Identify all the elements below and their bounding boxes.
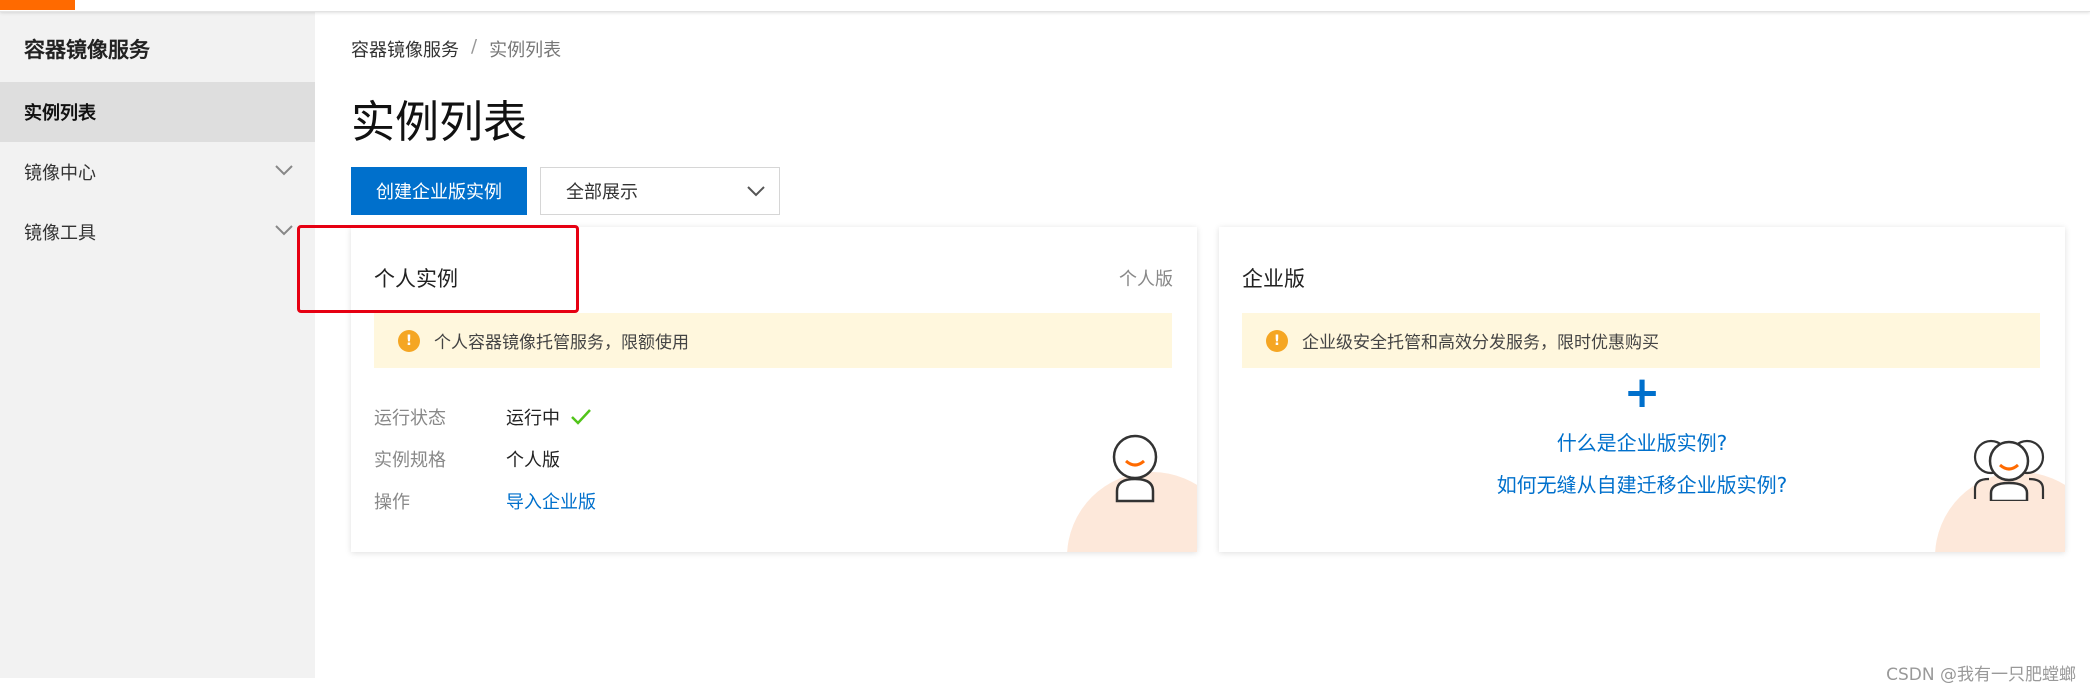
highlight-annotation-box	[297, 225, 579, 313]
migration-guide-link[interactable]: 如何无缝从自建迁移企业版实例?	[1219, 469, 2065, 498]
chevron-down-icon	[275, 165, 293, 176]
what-is-enterprise-link[interactable]: 什么是企业版实例?	[1219, 427, 2065, 456]
edition-tag: 个人版	[1119, 269, 1173, 290]
sidebar-item-label: 镜像中心	[24, 163, 96, 184]
spec-value: 个人版	[506, 450, 560, 471]
notice-text: 企业级安全托管和高效分发服务，限时优惠购买	[1302, 333, 1659, 353]
select-value: 全部展示	[566, 182, 638, 203]
sidebar-item-label: 实例列表	[24, 103, 96, 124]
action-label: 操作	[374, 492, 410, 513]
check-icon	[571, 409, 591, 425]
team-avatar-icon	[1973, 439, 2045, 501]
chevron-down-icon	[747, 186, 765, 197]
notice-text: 个人容器镜像托管服务，限额使用	[434, 333, 689, 353]
chevron-down-icon	[275, 225, 293, 236]
display-filter-select[interactable]: 全部展示	[540, 167, 780, 215]
add-plus-icon[interactable]: +	[1219, 371, 2065, 415]
breadcrumb: 容器镜像服务 / 实例列表	[351, 36, 561, 62]
user-avatar-icon	[1112, 434, 1158, 503]
sidebar-item-label: 镜像工具	[24, 223, 96, 244]
notice-banner: ! 企业级安全托管和高效分发服务，限时优惠购买	[1242, 313, 2040, 368]
watermark: CSDN @我有一只肥螳螂	[1886, 665, 2076, 685]
import-enterprise-link[interactable]: 导入企业版	[506, 488, 596, 514]
status-label: 运行状态	[374, 408, 446, 429]
spec-label: 实例规格	[374, 450, 446, 471]
breadcrumb-separator: /	[471, 36, 478, 57]
page-title: 实例列表	[351, 97, 527, 148]
status-value: 运行中	[506, 404, 592, 430]
breadcrumb-root-link[interactable]: 容器镜像服务	[351, 36, 459, 62]
sidebar-item-image-tools[interactable]: 镜像工具	[0, 202, 315, 262]
create-enterprise-instance-button[interactable]: 创建企业版实例	[351, 167, 527, 215]
sidebar-title: 容器镜像服务	[24, 38, 150, 62]
top-bar	[0, 0, 2090, 12]
warning-icon: !	[1266, 329, 1288, 352]
warning-icon: !	[398, 329, 420, 352]
sidebar-item-instance-list[interactable]: 实例列表	[0, 82, 315, 142]
card-title: 企业版	[1242, 267, 1305, 291]
main-content: 容器镜像服务 / 实例列表 实例列表 创建企业版实例 全部展示 个人实例 个人版…	[315, 12, 2090, 685]
sidebar: 容器镜像服务 实例列表 镜像中心 镜像工具	[0, 12, 315, 678]
brand-accent-bar	[0, 0, 75, 10]
sidebar-item-image-center[interactable]: 镜像中心	[0, 142, 315, 202]
breadcrumb-current: 实例列表	[489, 40, 562, 61]
notice-banner: ! 个人容器镜像托管服务，限额使用	[374, 313, 1172, 368]
enterprise-instance-card[interactable]: 企业版 ! 企业级安全托管和高效分发服务，限时优惠购买 + 什么是企业版实例? …	[1219, 227, 2065, 552]
status-text: 运行中	[506, 408, 560, 429]
